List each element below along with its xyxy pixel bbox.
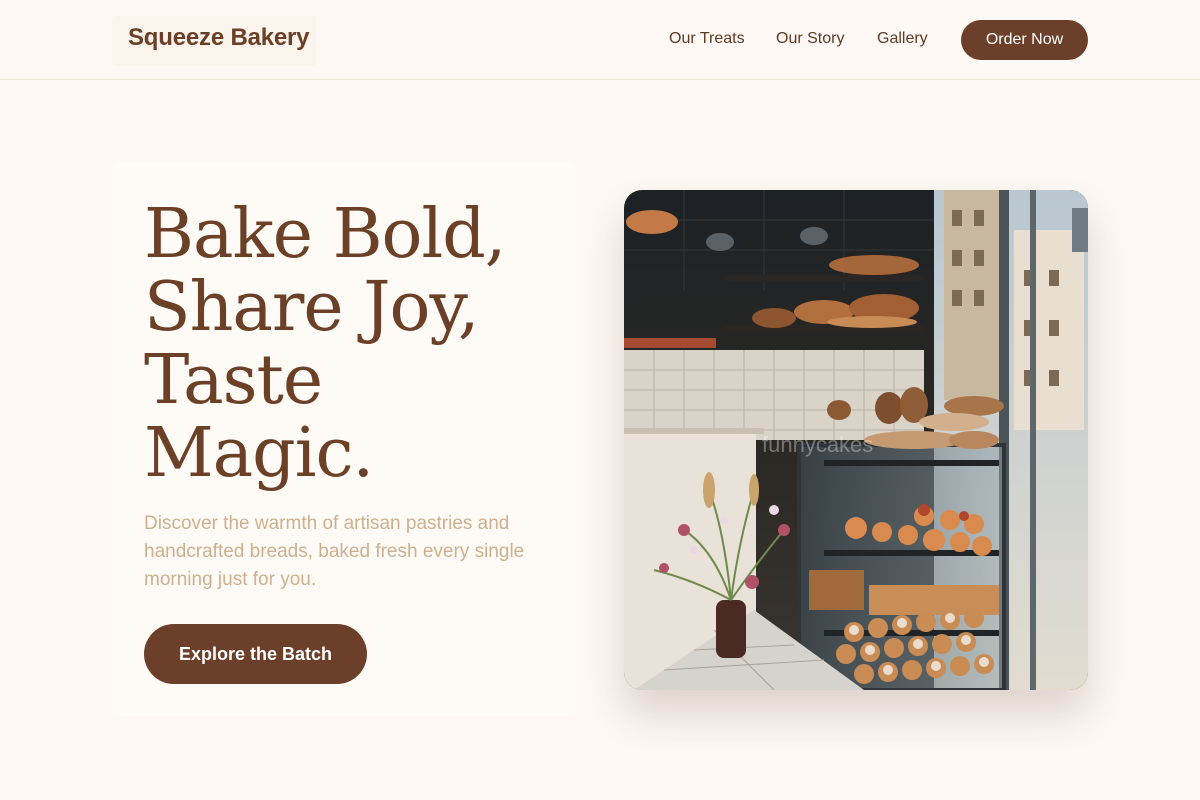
bakery-photo: funnycakes xyxy=(624,190,1088,690)
site-header: Squeeze Bakery Our Treats Our Story Gall… xyxy=(0,0,1200,80)
headline-line-4: Magic. xyxy=(144,414,374,493)
nav-our-treats[interactable]: Our Treats xyxy=(669,30,745,48)
hero-subtext: Discover the warmth of artisan pastries … xyxy=(144,513,525,590)
headline-line-2: Share Joy, xyxy=(144,268,479,347)
brand-logo[interactable]: Squeeze Bakery xyxy=(128,24,310,52)
hero-headline: Bake Bold, Share Joy, Taste Magic. xyxy=(144,198,564,490)
nav-gallery[interactable]: Gallery xyxy=(877,30,928,48)
order-now-button[interactable]: Order Now xyxy=(961,20,1088,60)
nav-our-story[interactable]: Our Story xyxy=(776,30,844,48)
headline-line-1: Bake Bold, xyxy=(144,195,506,274)
photo-watermark: funnycakes xyxy=(762,432,873,457)
explore-batch-button[interactable]: Explore the Batch xyxy=(144,624,367,684)
headline-line-3: Taste xyxy=(144,341,323,420)
